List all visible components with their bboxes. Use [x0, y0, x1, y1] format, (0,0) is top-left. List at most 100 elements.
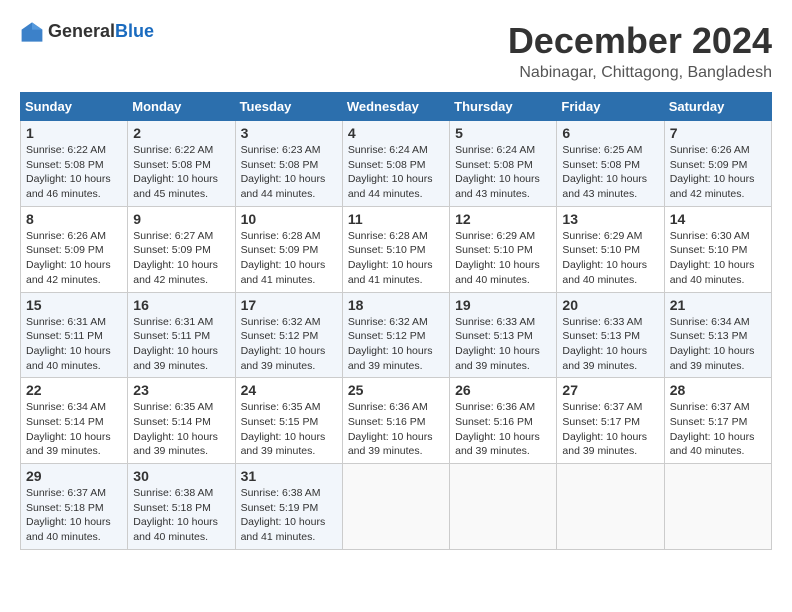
day-info: Sunrise: 6:32 AM Sunset: 5:12 PM Dayligh…	[241, 315, 337, 374]
day-info: Sunrise: 6:22 AM Sunset: 5:08 PM Dayligh…	[26, 143, 122, 202]
calendar-cell: 7 Sunrise: 6:26 AM Sunset: 5:09 PM Dayli…	[664, 121, 771, 207]
calendar-body: 1 Sunrise: 6:22 AM Sunset: 5:08 PM Dayli…	[21, 121, 772, 550]
day-info: Sunrise: 6:35 AM Sunset: 5:14 PM Dayligh…	[133, 400, 229, 459]
calendar-cell: 5 Sunrise: 6:24 AM Sunset: 5:08 PM Dayli…	[450, 121, 557, 207]
calendar-cell: 10 Sunrise: 6:28 AM Sunset: 5:09 PM Dayl…	[235, 206, 342, 292]
calendar-cell: 15 Sunrise: 6:31 AM Sunset: 5:11 PM Dayl…	[21, 292, 128, 378]
day-number: 22	[26, 382, 122, 398]
calendar-cell: 6 Sunrise: 6:25 AM Sunset: 5:08 PM Dayli…	[557, 121, 664, 207]
logo-blue-text: Blue	[115, 22, 154, 42]
calendar-cell: 30 Sunrise: 6:38 AM Sunset: 5:18 PM Dayl…	[128, 464, 235, 550]
day-info: Sunrise: 6:25 AM Sunset: 5:08 PM Dayligh…	[562, 143, 658, 202]
weekday-header: Wednesday	[342, 93, 449, 121]
day-info: Sunrise: 6:23 AM Sunset: 5:08 PM Dayligh…	[241, 143, 337, 202]
calendar-cell	[342, 464, 449, 550]
day-number: 1	[26, 125, 122, 141]
day-info: Sunrise: 6:26 AM Sunset: 5:09 PM Dayligh…	[670, 143, 766, 202]
calendar-cell: 9 Sunrise: 6:27 AM Sunset: 5:09 PM Dayli…	[128, 206, 235, 292]
day-number: 6	[562, 125, 658, 141]
calendar-cell: 16 Sunrise: 6:31 AM Sunset: 5:11 PM Dayl…	[128, 292, 235, 378]
calendar-cell: 12 Sunrise: 6:29 AM Sunset: 5:10 PM Dayl…	[450, 206, 557, 292]
logo-general-text: General	[48, 22, 115, 42]
calendar-cell	[664, 464, 771, 550]
day-number: 21	[670, 297, 766, 313]
day-number: 7	[670, 125, 766, 141]
calendar-cell: 11 Sunrise: 6:28 AM Sunset: 5:10 PM Dayl…	[342, 206, 449, 292]
day-info: Sunrise: 6:27 AM Sunset: 5:09 PM Dayligh…	[133, 229, 229, 288]
day-info: Sunrise: 6:24 AM Sunset: 5:08 PM Dayligh…	[455, 143, 551, 202]
calendar-cell: 19 Sunrise: 6:33 AM Sunset: 5:13 PM Dayl…	[450, 292, 557, 378]
day-number: 30	[133, 468, 229, 484]
calendar-cell: 13 Sunrise: 6:29 AM Sunset: 5:10 PM Dayl…	[557, 206, 664, 292]
day-info: Sunrise: 6:33 AM Sunset: 5:13 PM Dayligh…	[455, 315, 551, 374]
calendar-cell: 28 Sunrise: 6:37 AM Sunset: 5:17 PM Dayl…	[664, 378, 771, 464]
day-info: Sunrise: 6:31 AM Sunset: 5:11 PM Dayligh…	[133, 315, 229, 374]
day-number: 15	[26, 297, 122, 313]
day-info: Sunrise: 6:37 AM Sunset: 5:17 PM Dayligh…	[670, 400, 766, 459]
title-area: December 2024 Nabinagar, Chittagong, Ban…	[508, 20, 772, 82]
calendar-cell: 27 Sunrise: 6:37 AM Sunset: 5:17 PM Dayl…	[557, 378, 664, 464]
day-info: Sunrise: 6:28 AM Sunset: 5:09 PM Dayligh…	[241, 229, 337, 288]
weekday-header: Tuesday	[235, 93, 342, 121]
day-info: Sunrise: 6:29 AM Sunset: 5:10 PM Dayligh…	[455, 229, 551, 288]
day-info: Sunrise: 6:29 AM Sunset: 5:10 PM Dayligh…	[562, 229, 658, 288]
day-number: 17	[241, 297, 337, 313]
calendar-cell: 4 Sunrise: 6:24 AM Sunset: 5:08 PM Dayli…	[342, 121, 449, 207]
calendar-cell: 25 Sunrise: 6:36 AM Sunset: 5:16 PM Dayl…	[342, 378, 449, 464]
day-number: 2	[133, 125, 229, 141]
day-number: 26	[455, 382, 551, 398]
calendar-week-row: 15 Sunrise: 6:31 AM Sunset: 5:11 PM Dayl…	[21, 292, 772, 378]
calendar-cell: 24 Sunrise: 6:35 AM Sunset: 5:15 PM Dayl…	[235, 378, 342, 464]
day-number: 13	[562, 211, 658, 227]
day-number: 16	[133, 297, 229, 313]
logo: GeneralBlue	[20, 20, 154, 44]
logo-icon	[20, 20, 44, 44]
day-number: 31	[241, 468, 337, 484]
day-info: Sunrise: 6:30 AM Sunset: 5:10 PM Dayligh…	[670, 229, 766, 288]
day-number: 5	[455, 125, 551, 141]
day-info: Sunrise: 6:31 AM Sunset: 5:11 PM Dayligh…	[26, 315, 122, 374]
weekday-header: Monday	[128, 93, 235, 121]
calendar-cell: 26 Sunrise: 6:36 AM Sunset: 5:16 PM Dayl…	[450, 378, 557, 464]
day-number: 19	[455, 297, 551, 313]
calendar-title: December 2024	[508, 20, 772, 62]
calendar-cell: 3 Sunrise: 6:23 AM Sunset: 5:08 PM Dayli…	[235, 121, 342, 207]
calendar-cell	[450, 464, 557, 550]
calendar-cell: 14 Sunrise: 6:30 AM Sunset: 5:10 PM Dayl…	[664, 206, 771, 292]
weekday-header: Saturday	[664, 93, 771, 121]
day-info: Sunrise: 6:34 AM Sunset: 5:13 PM Dayligh…	[670, 315, 766, 374]
day-info: Sunrise: 6:22 AM Sunset: 5:08 PM Dayligh…	[133, 143, 229, 202]
calendar-subtitle: Nabinagar, Chittagong, Bangladesh	[508, 64, 772, 82]
day-info: Sunrise: 6:38 AM Sunset: 5:19 PM Dayligh…	[241, 486, 337, 545]
day-number: 14	[670, 211, 766, 227]
day-number: 4	[348, 125, 444, 141]
day-number: 27	[562, 382, 658, 398]
day-number: 8	[26, 211, 122, 227]
calendar-week-row: 29 Sunrise: 6:37 AM Sunset: 5:18 PM Dayl…	[21, 464, 772, 550]
header: GeneralBlue December 2024 Nabinagar, Chi…	[20, 20, 772, 82]
calendar-cell: 8 Sunrise: 6:26 AM Sunset: 5:09 PM Dayli…	[21, 206, 128, 292]
day-info: Sunrise: 6:32 AM Sunset: 5:12 PM Dayligh…	[348, 315, 444, 374]
calendar-cell: 18 Sunrise: 6:32 AM Sunset: 5:12 PM Dayl…	[342, 292, 449, 378]
day-number: 20	[562, 297, 658, 313]
day-info: Sunrise: 6:38 AM Sunset: 5:18 PM Dayligh…	[133, 486, 229, 545]
day-number: 24	[241, 382, 337, 398]
day-info: Sunrise: 6:28 AM Sunset: 5:10 PM Dayligh…	[348, 229, 444, 288]
day-number: 9	[133, 211, 229, 227]
day-number: 11	[348, 211, 444, 227]
day-info: Sunrise: 6:36 AM Sunset: 5:16 PM Dayligh…	[348, 400, 444, 459]
calendar-week-row: 1 Sunrise: 6:22 AM Sunset: 5:08 PM Dayli…	[21, 121, 772, 207]
calendar-week-row: 22 Sunrise: 6:34 AM Sunset: 5:14 PM Dayl…	[21, 378, 772, 464]
weekday-header: Sunday	[21, 93, 128, 121]
calendar-cell: 20 Sunrise: 6:33 AM Sunset: 5:13 PM Dayl…	[557, 292, 664, 378]
day-number: 3	[241, 125, 337, 141]
calendar-cell: 1 Sunrise: 6:22 AM Sunset: 5:08 PM Dayli…	[21, 121, 128, 207]
weekday-header: Thursday	[450, 93, 557, 121]
calendar-cell: 17 Sunrise: 6:32 AM Sunset: 5:12 PM Dayl…	[235, 292, 342, 378]
day-info: Sunrise: 6:26 AM Sunset: 5:09 PM Dayligh…	[26, 229, 122, 288]
day-info: Sunrise: 6:34 AM Sunset: 5:14 PM Dayligh…	[26, 400, 122, 459]
calendar-cell	[557, 464, 664, 550]
calendar-cell: 22 Sunrise: 6:34 AM Sunset: 5:14 PM Dayl…	[21, 378, 128, 464]
day-number: 23	[133, 382, 229, 398]
day-info: Sunrise: 6:37 AM Sunset: 5:17 PM Dayligh…	[562, 400, 658, 459]
